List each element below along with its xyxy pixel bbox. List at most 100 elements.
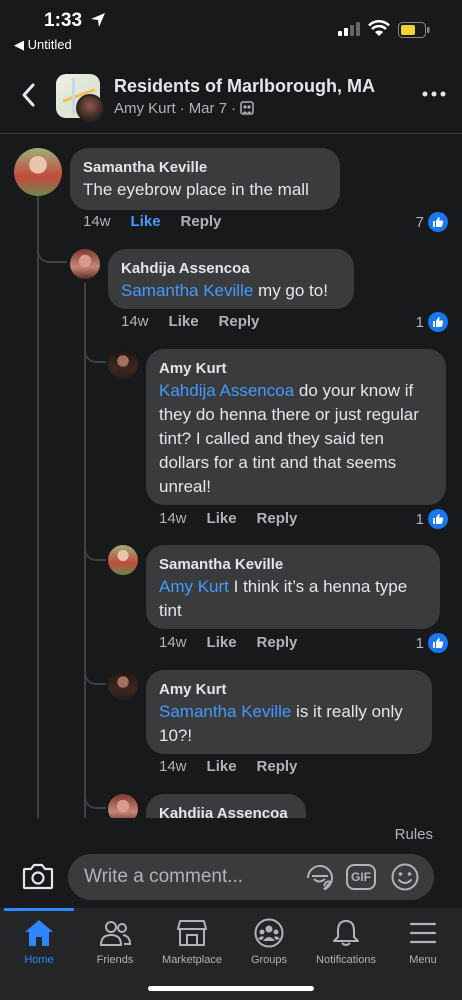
- mention-link[interactable]: Samantha Keville: [159, 702, 291, 721]
- like-button[interactable]: Like: [131, 213, 161, 230]
- tab-label: Marketplace: [162, 954, 222, 966]
- avatar[interactable]: [14, 148, 62, 196]
- comment-text: The eyebrow place in the mall: [83, 180, 309, 199]
- comment-age: 14w: [159, 758, 187, 775]
- emoji-icon[interactable]: [390, 862, 420, 892]
- comment-author[interactable]: Amy Kurt: [159, 359, 433, 379]
- comment-bubble[interactable]: Samantha Keville The eyebrow place in th…: [70, 148, 340, 210]
- comment-text: Samantha Keville my go to!: [121, 279, 341, 303]
- reaction-number: 7: [415, 213, 424, 231]
- comment-composer: Write a comment... GIF: [0, 848, 462, 908]
- comment-actions: 14w Like Reply: [121, 313, 279, 330]
- group-name[interactable]: Residents of Marlborough, MA: [114, 76, 375, 97]
- reaction-count[interactable]: 1: [416, 633, 448, 653]
- comment-age: 14w: [159, 510, 187, 527]
- wifi-icon: [368, 20, 390, 36]
- tab-marketplace[interactable]: Marketplace: [153, 918, 231, 966]
- reaction-count[interactable]: 1: [416, 509, 448, 529]
- like-button[interactable]: Like: [207, 510, 237, 527]
- poster-name[interactable]: Amy Kurt: [114, 100, 176, 117]
- mention-link[interactable]: Amy Kurt: [159, 577, 229, 596]
- tab-label: Home: [24, 954, 54, 966]
- more-options-button[interactable]: [420, 84, 448, 104]
- comment-bubble[interactable]: Samantha Keville Amy Kurt I think it’s a…: [146, 545, 440, 629]
- comment-author[interactable]: Samantha Keville: [159, 555, 427, 575]
- reaction-count[interactable]: 7: [416, 212, 448, 232]
- tab-label: Notifications: [316, 954, 376, 966]
- reply-button[interactable]: Reply: [257, 634, 298, 651]
- group-privacy-icon: [240, 101, 254, 115]
- tab-groups[interactable]: Groups: [230, 918, 308, 966]
- avatar[interactable]: [108, 670, 138, 700]
- tab-notifications[interactable]: Notifications: [307, 918, 385, 966]
- groups-icon: [254, 918, 284, 948]
- rules-link[interactable]: Rules: [395, 826, 433, 843]
- comment-bubble[interactable]: Kahdija Assencoa Samantha Keville my go …: [108, 249, 354, 309]
- cellular-signal-icon: [338, 22, 360, 36]
- status-time: 1:33: [44, 10, 83, 31]
- reaction-count[interactable]: 1: [416, 312, 448, 332]
- back-to-app-link[interactable]: ◀ Untitled: [14, 37, 72, 53]
- poster-avatar[interactable]: [76, 94, 104, 122]
- reply-connector: [84, 335, 106, 363]
- comment-bubble[interactable]: Amy Kurt Samantha Keville is it really o…: [146, 670, 432, 754]
- comment-age: 14w: [121, 313, 149, 330]
- avatar[interactable]: [70, 249, 100, 279]
- home-indicator[interactable]: [148, 986, 314, 991]
- location-arrow-icon: [91, 13, 105, 27]
- reply-connector: [84, 781, 106, 809]
- reply-connector: [84, 533, 106, 561]
- thumbs-up-icon: [428, 509, 448, 529]
- reply-button[interactable]: Reply: [219, 313, 260, 330]
- tab-label: Menu: [409, 954, 437, 966]
- reaction-number: 1: [415, 313, 424, 331]
- comment-age: 14w: [83, 213, 111, 230]
- reply-button[interactable]: Reply: [181, 213, 222, 230]
- post-meta: Amy Kurt · Mar 7 ·: [114, 100, 254, 117]
- camera-icon[interactable]: [22, 862, 54, 890]
- mention-link[interactable]: Kahdija Assencoa: [159, 381, 294, 400]
- rules-bar: Rules: [0, 818, 462, 848]
- thumbs-up-icon: [428, 312, 448, 332]
- like-button[interactable]: Like: [207, 758, 237, 775]
- comment-author[interactable]: Amy Kurt: [159, 680, 419, 700]
- comment-bubble[interactable]: Kahdija Assencoa: [146, 794, 306, 818]
- comment-author[interactable]: Samantha Keville: [83, 158, 327, 178]
- like-button[interactable]: Like: [169, 313, 199, 330]
- comment-text: Amy Kurt I think it’s a henna type tint: [159, 575, 427, 623]
- tab-friends[interactable]: Friends: [76, 918, 154, 966]
- comment-bubble[interactable]: Amy Kurt Kahdija Assencoa do your know i…: [146, 349, 446, 505]
- comment-input[interactable]: Write a comment... GIF: [68, 854, 434, 900]
- comment-text: Samantha Keville is it really only 10?!: [159, 700, 419, 748]
- comment-thread: Samantha Keville The eyebrow place in th…: [0, 135, 462, 818]
- tab-label: Friends: [96, 954, 134, 966]
- gif-button[interactable]: GIF: [346, 864, 376, 890]
- comment-actions: 14w Like Reply: [159, 634, 317, 651]
- avatar[interactable]: [108, 794, 138, 818]
- post-date: Mar 7: [188, 100, 228, 117]
- comment-placeholder: Write a comment...: [84, 866, 244, 887]
- avatar[interactable]: [108, 545, 138, 575]
- sticker-icon[interactable]: [304, 862, 336, 894]
- comment-actions: 14w Like Reply: [159, 758, 317, 775]
- battery-icon: [398, 22, 430, 38]
- tab-menu[interactable]: Menu: [384, 918, 462, 966]
- tab-home[interactable]: Home: [0, 918, 78, 966]
- comment-author[interactable]: Kahdija Assencoa: [121, 259, 341, 279]
- mention-link[interactable]: Samantha Keville: [121, 281, 253, 300]
- meta-separator: ·: [231, 100, 237, 117]
- home-icon: [25, 920, 53, 946]
- reaction-number: 1: [415, 510, 424, 528]
- thread-line: [37, 195, 39, 818]
- marketplace-icon: [177, 920, 207, 946]
- friends-icon: [99, 921, 131, 946]
- reply-button[interactable]: Reply: [257, 510, 298, 527]
- back-button[interactable]: [16, 80, 42, 110]
- tab-label: Groups: [250, 954, 288, 966]
- comment-author[interactable]: Kahdija Assencoa: [159, 804, 293, 818]
- avatar[interactable]: [108, 349, 138, 379]
- menu-icon: [409, 922, 437, 944]
- reply-button[interactable]: Reply: [257, 758, 298, 775]
- like-button[interactable]: Like: [207, 634, 237, 651]
- reaction-number: 1: [415, 634, 424, 652]
